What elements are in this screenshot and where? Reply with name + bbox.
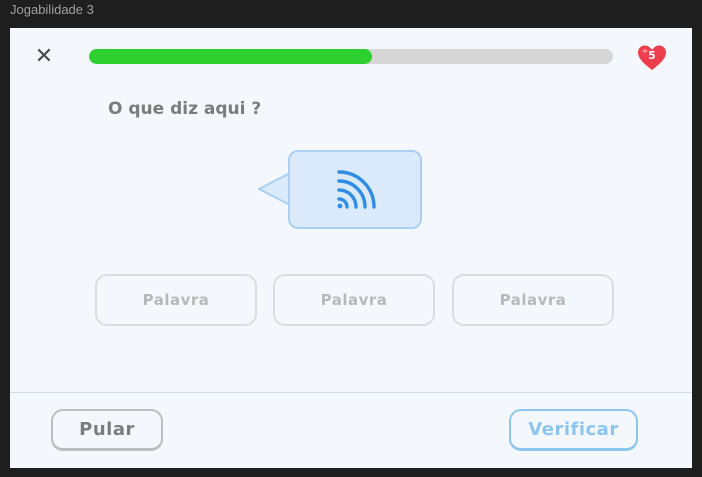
question-prompt: O que diz aqui ?: [108, 99, 262, 119]
lives-indicator: 5: [637, 44, 667, 72]
lesson-card: ✕ 5 O que diz aqui ? Palavra Palavra Pal…: [10, 28, 692, 468]
speech-bubble-tail: [258, 172, 291, 206]
word-option-3[interactable]: Palavra: [452, 274, 614, 326]
progress-bar: [89, 49, 613, 64]
lives-count: 5: [648, 49, 656, 62]
sound-wave-icon: [337, 170, 376, 209]
word-option-2[interactable]: Palavra: [273, 274, 435, 326]
footer-divider: [10, 392, 692, 393]
word-option-1[interactable]: Palavra: [95, 274, 257, 326]
frame-title: Jogabilidade 3: [10, 2, 94, 17]
close-icon[interactable]: ✕: [34, 46, 54, 68]
progress-fill: [89, 49, 372, 64]
skip-button[interactable]: Pular: [51, 409, 163, 451]
check-button[interactable]: Verificar: [509, 409, 638, 451]
audio-play-button[interactable]: [288, 150, 422, 229]
